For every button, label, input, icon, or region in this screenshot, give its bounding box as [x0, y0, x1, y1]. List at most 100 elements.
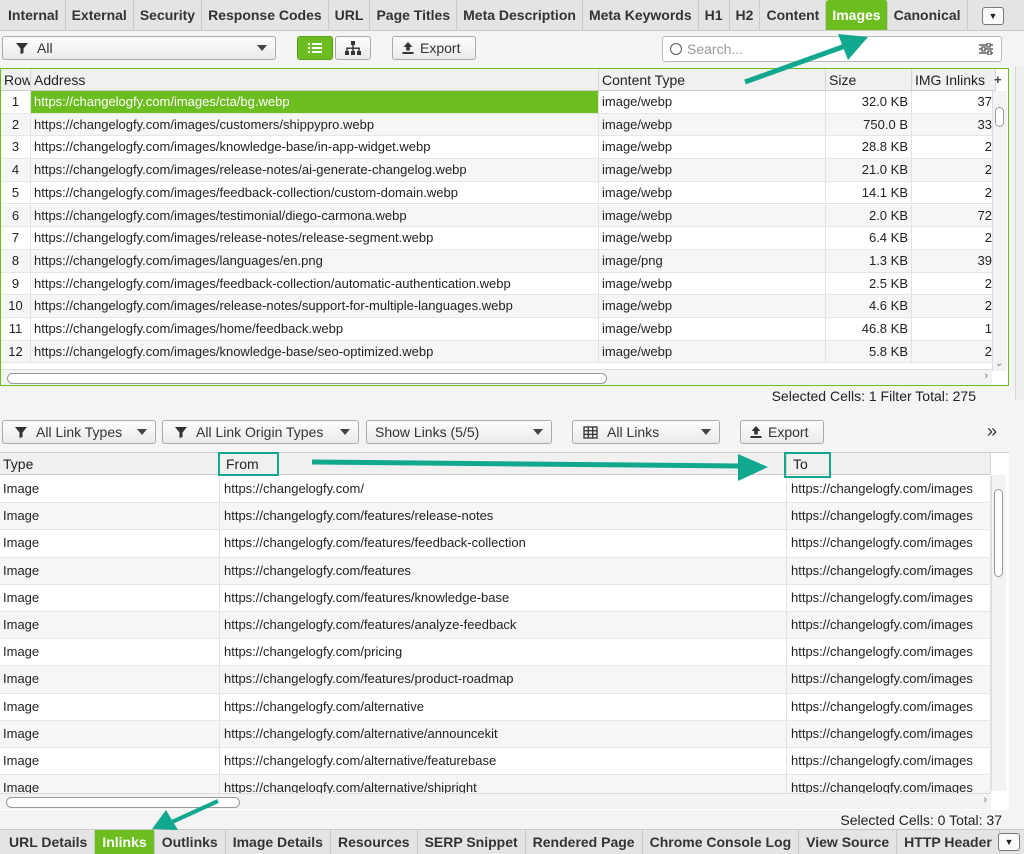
scrollbar-thumb[interactable] — [6, 797, 240, 808]
table-cell[interactable]: image/webp — [599, 136, 826, 159]
tab-h1[interactable]: H1 — [699, 0, 730, 30]
table-cell[interactable]: 72 — [912, 204, 996, 227]
table-cell[interactable]: Image — [0, 666, 220, 693]
table-cell[interactable]: 2.0 KB — [826, 204, 912, 227]
more-icon[interactable]: » — [987, 421, 997, 442]
table-cell[interactable]: 28.8 KB — [826, 136, 912, 159]
table-cell[interactable]: 14.1 KB — [826, 181, 912, 204]
table-cell[interactable]: Image — [0, 639, 220, 666]
table-cell[interactable]: 2 — [912, 340, 996, 363]
tab-meta-description[interactable]: Meta Description — [457, 0, 583, 30]
images-horizontal-scrollbar[interactable]: › — [1, 369, 992, 385]
table-row[interactable]: 6 https://changelogfy.com/images/testimon… — [1, 204, 996, 228]
table-cell[interactable]: image/webp — [599, 295, 826, 317]
table-cell[interactable]: image/webp — [599, 318, 826, 340]
table-row[interactable]: 10 https://changelogfy.com/images/release… — [1, 295, 996, 318]
table-row[interactable]: 1 https://changelogfy.com/images/cta/bg.w… — [1, 91, 996, 114]
table-cell[interactable]: https://changelogfy.com/images/languages… — [31, 249, 599, 272]
table-cell[interactable]: 9 — [1, 272, 31, 295]
table-cell[interactable]: https://changelogfy.com/images/customers… — [31, 113, 599, 136]
table-row[interactable]: Image https://changelogfy.com/https://cha… — [0, 476, 991, 504]
table-cell[interactable]: https://changelogfy.com/alternative/anno… — [220, 720, 787, 747]
table-row[interactable]: 2 https://changelogfy.com/images/customer… — [1, 113, 996, 137]
bottom-tab-inlinks[interactable]: Inlinks — [95, 830, 155, 854]
table-cell[interactable]: https://changelogfy.com/features — [220, 557, 787, 584]
all-links-dropdown[interactable]: All Links — [572, 420, 720, 444]
table-cell[interactable]: https://changelogfy.com/images — [787, 720, 991, 747]
table-row[interactable]: 7 https://changelogfy.com/images/release-… — [1, 227, 996, 250]
table-cell[interactable]: 6.4 KB — [826, 227, 912, 249]
table-cell[interactable]: image/webp — [599, 204, 826, 227]
table-cell[interactable]: https://changelogfy.com/alternative/feat… — [220, 748, 787, 775]
bottom-tab-overflow-button[interactable]: ▼ — [998, 833, 1020, 851]
show-links-dropdown[interactable]: Show Links (5/5) — [366, 420, 552, 444]
table-cell[interactable]: 5.8 KB — [826, 340, 912, 363]
table-cell[interactable]: Image — [0, 748, 220, 775]
inlinks-header-from[interactable]: From — [220, 453, 787, 475]
images-header-content-type[interactable]: Content Type — [599, 69, 826, 91]
table-row[interactable]: 11 https://changelogfy.com/images/home/fe… — [1, 318, 996, 341]
filter-dropdown[interactable]: All — [2, 36, 276, 60]
table-row[interactable]: 5 https://changelogfy.com/images/feedback… — [1, 181, 996, 205]
table-row[interactable]: 8 https://changelogfy.com/images/language… — [1, 249, 996, 273]
table-cell[interactable]: 4 — [1, 159, 31, 181]
table-cell[interactable]: https://changelogfy.com/images/feedback-… — [31, 181, 599, 204]
table-cell[interactable]: 33 — [912, 113, 996, 136]
table-cell[interactable]: 4.6 KB — [826, 295, 912, 317]
table-cell[interactable]: https://changelogfy.com/images — [787, 612, 991, 639]
table-cell[interactable]: https://changelogfy.com/features/analyze… — [220, 612, 787, 639]
table-cell[interactable]: https://changelogfy.com/pricing — [220, 639, 787, 666]
table-cell[interactable]: https://changelogfy.com/features/feedbac… — [220, 530, 787, 557]
inlinks-horizontal-scrollbar[interactable]: › — [0, 793, 991, 809]
table-cell[interactable]: https://changelogfy.com/images/testimoni… — [31, 204, 599, 227]
bottom-tab-image-details[interactable]: Image Details — [226, 830, 331, 854]
table-cell[interactable]: 1.3 KB — [826, 249, 912, 272]
table-cell[interactable]: Image — [0, 693, 220, 720]
inlinks-header-to[interactable]: To — [787, 453, 991, 475]
bottom-tab-serp-snippet[interactable]: SERP Snippet — [418, 830, 526, 854]
table-cell[interactable]: https://changelogfy.com/ — [220, 476, 787, 503]
table-cell[interactable]: 32.0 KB — [826, 91, 912, 113]
table-row[interactable]: Image https://changelogfy.com/alternative… — [0, 748, 991, 776]
bottom-tab-url-details[interactable]: URL Details — [2, 830, 96, 854]
table-row[interactable]: Image https://changelogfy.com/alternative… — [0, 720, 991, 748]
table-cell[interactable]: 2 — [912, 159, 996, 181]
table-cell[interactable]: 46.8 KB — [826, 318, 912, 340]
table-cell[interactable]: 7 — [1, 227, 31, 249]
inlinks-vertical-scrollbar[interactable] — [991, 475, 1006, 791]
table-cell[interactable]: https://changelogfy.com/images — [787, 476, 991, 503]
tab-meta-keywords[interactable]: Meta Keywords — [583, 0, 699, 30]
table-cell[interactable]: 1 — [912, 318, 996, 340]
table-cell[interactable]: Image — [0, 530, 220, 557]
table-cell[interactable]: https://changelogfy.com/images/home/feed… — [31, 318, 599, 340]
table-row[interactable]: Image https://changelogfy.com/features/kn… — [0, 584, 991, 612]
table-cell[interactable]: https://changelogfy.com/images — [787, 584, 991, 611]
table-row[interactable]: 3 https://changelogfy.com/images/knowledg… — [1, 136, 996, 160]
table-cell[interactable]: https://changelogfy.com/images/release-n… — [31, 295, 599, 317]
table-cell[interactable]: https://changelogfy.com/features/product… — [220, 666, 787, 693]
table-cell[interactable]: https://changelogfy.com/images — [787, 557, 991, 584]
table-cell[interactable]: https://changelogfy.com/images — [787, 530, 991, 557]
bottom-tab-resources[interactable]: Resources — [331, 830, 418, 854]
add-column-icon[interactable]: + — [994, 72, 1002, 87]
table-cell[interactable]: https://changelogfy.com/images — [787, 503, 991, 530]
tab-security[interactable]: Security — [134, 0, 203, 30]
table-cell[interactable]: https://changelogfy.com/images/release-n… — [31, 159, 599, 181]
scrollbar-thumb[interactable] — [994, 489, 1003, 577]
table-cell[interactable]: https://changelogfy.com/images/feedback-… — [31, 272, 599, 295]
search-input[interactable]: Search... — [662, 36, 1002, 62]
tab-page-titles[interactable]: Page Titles — [370, 0, 458, 30]
table-row[interactable]: Image https://changelogfy.com/pricing http… — [0, 639, 991, 667]
table-cell[interactable]: 2.5 KB — [826, 272, 912, 295]
table-cell[interactable]: image/webp — [599, 91, 826, 113]
table-cell[interactable]: image/webp — [599, 113, 826, 136]
scrollbar-thumb[interactable] — [7, 373, 607, 384]
images-header-size[interactable]: Size — [826, 69, 912, 91]
table-cell[interactable]: image/png — [599, 249, 826, 272]
table-cell[interactable]: https://changelogfy.com/images — [787, 639, 991, 666]
table-cell[interactable]: 5 — [1, 181, 31, 204]
table-row[interactable]: 4 https://changelogfy.com/images/release-… — [1, 159, 996, 182]
table-cell[interactable]: https://changelogfy.com/images — [787, 666, 991, 693]
bottom-tab-rendered-page[interactable]: Rendered Page — [526, 830, 643, 854]
tab-canonical[interactable]: Canonical — [888, 0, 968, 30]
